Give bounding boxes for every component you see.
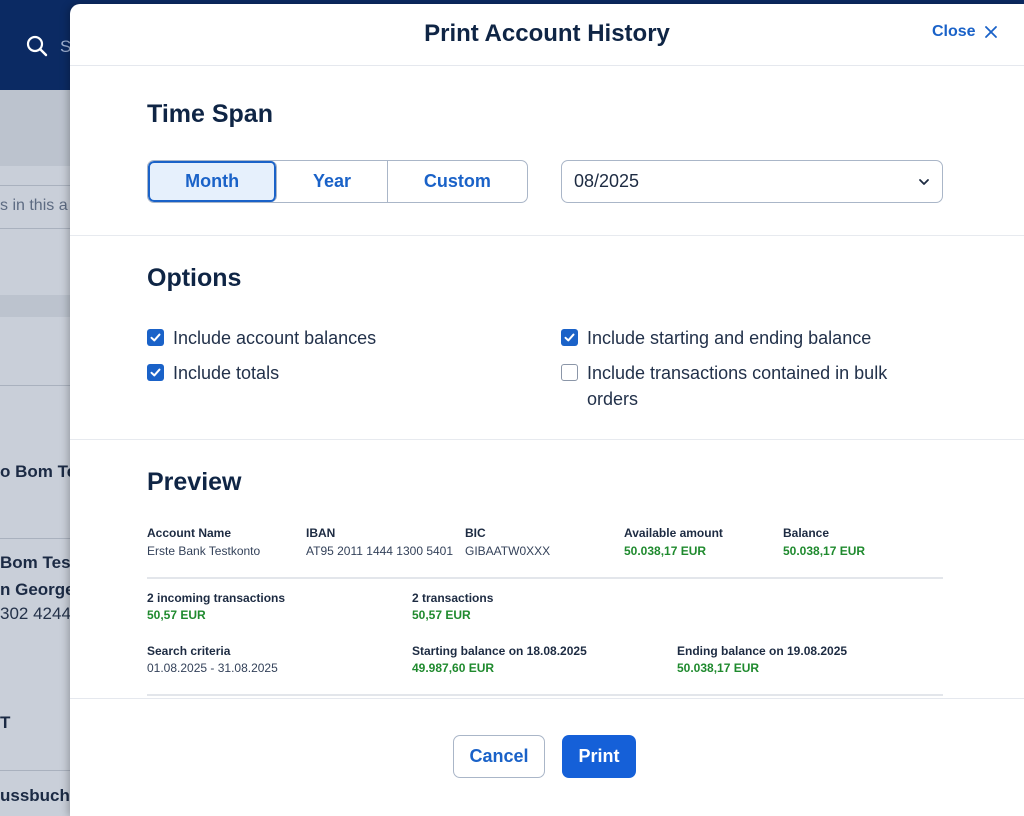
account-name-label: Account Name	[147, 526, 232, 540]
time-span-title: Time Span	[147, 100, 273, 128]
print-button[interactable]: Print	[562, 735, 636, 778]
close-label: Close	[932, 23, 976, 40]
search-criteria-label: Search criteria	[147, 644, 231, 658]
background-divider	[0, 385, 80, 386]
chevron-down-icon	[919, 179, 929, 185]
segment-month[interactable]: Month	[148, 161, 278, 202]
background-row-text: T	[0, 713, 11, 732]
bic-value: GIBAATW0XXX	[465, 544, 551, 558]
checkbox-checked-icon	[147, 329, 164, 346]
balance-label: Balance	[783, 526, 830, 540]
iban-value: AT95 2011 1444 1300 5401	[306, 544, 454, 558]
search-icon	[26, 35, 48, 57]
preview-title: Preview	[147, 468, 242, 496]
available-amount-label: Available amount	[624, 526, 723, 540]
preview-divider	[147, 577, 943, 579]
checkbox-label: Include transactions contained in bulk o…	[587, 363, 888, 409]
segment-year[interactable]: Year	[277, 161, 388, 202]
starting-balance-label: Starting balance on 18.08.2025	[412, 644, 587, 658]
print-history-dialog: Print Account History Close Time Span Mo…	[70, 4, 1024, 816]
include-totals-checkbox[interactable]: Include totals	[147, 360, 279, 386]
starting-balance-value: 49.987,60 EUR	[412, 661, 495, 675]
section-divider	[70, 235, 1024, 236]
background-divider	[0, 228, 80, 229]
cancel-button[interactable]: Cancel	[453, 735, 545, 778]
checkbox-label: Include starting and ending balance	[587, 328, 872, 348]
search-criteria-value: 01.08.2025 - 31.08.2025	[147, 661, 278, 675]
background-divider	[0, 185, 80, 186]
incoming-transactions-value: 50,57 EUR	[147, 608, 206, 622]
background-divider	[0, 770, 80, 771]
checkbox-unchecked-icon	[561, 364, 578, 381]
options-title: Options	[147, 264, 242, 292]
include-starting-ending-balance-checkbox[interactable]: Include starting and ending balance	[561, 325, 921, 351]
transactions-value: 50,57 EUR	[412, 608, 471, 622]
background-row-text: Bom Test	[0, 553, 76, 572]
background-hint-text: s in this a	[0, 197, 68, 214]
time-span-segmented-control: Month Year Custom	[147, 160, 528, 203]
close-icon	[984, 26, 997, 38]
period-select[interactable]: 08/2025	[561, 160, 943, 203]
background-band	[0, 295, 80, 317]
close-button[interactable]: Close	[932, 20, 998, 44]
iban-label: IBAN	[306, 526, 336, 540]
section-divider	[70, 439, 1024, 440]
dialog-header: Print Account History Close	[70, 4, 1024, 66]
checkbox-label: Include account balances	[173, 328, 377, 348]
checkbox-label: Include totals	[173, 363, 280, 383]
transactions-label: 2 transactions	[412, 591, 494, 605]
include-account-balances-checkbox[interactable]: Include account balances	[147, 325, 376, 351]
period-select-value: 08/2025	[574, 171, 640, 191]
background-divider	[0, 538, 80, 539]
background-row-text: n George	[0, 580, 75, 599]
dialog-title: Print Account History	[424, 20, 670, 47]
background-row-text: 302 4244	[0, 604, 71, 623]
ending-balance-label: Ending balance on 19.08.2025	[677, 644, 848, 658]
incoming-transactions-label: 2 incoming transactions	[147, 591, 286, 605]
bic-label: BIC	[465, 526, 486, 540]
dialog-footer: Cancel Print	[70, 698, 1024, 816]
background-band	[0, 90, 80, 166]
include-bulk-order-transactions-checkbox[interactable]: Include transactions contained in bulk o…	[561, 360, 921, 412]
ending-balance-value: 50.038,17 EUR	[677, 661, 760, 675]
background-row-text: ussbuch	[0, 786, 70, 805]
preview-divider	[147, 694, 943, 696]
checkbox-checked-icon	[147, 364, 164, 381]
background-row-text: o Bom Te	[0, 462, 76, 481]
checkbox-checked-icon	[561, 329, 578, 346]
account-name-value: Erste Bank Testkonto	[147, 544, 261, 558]
segment-custom[interactable]: Custom	[388, 161, 527, 202]
balance-value: 50.038,17 EUR	[783, 544, 866, 558]
available-amount-value: 50.038,17 EUR	[624, 544, 707, 558]
